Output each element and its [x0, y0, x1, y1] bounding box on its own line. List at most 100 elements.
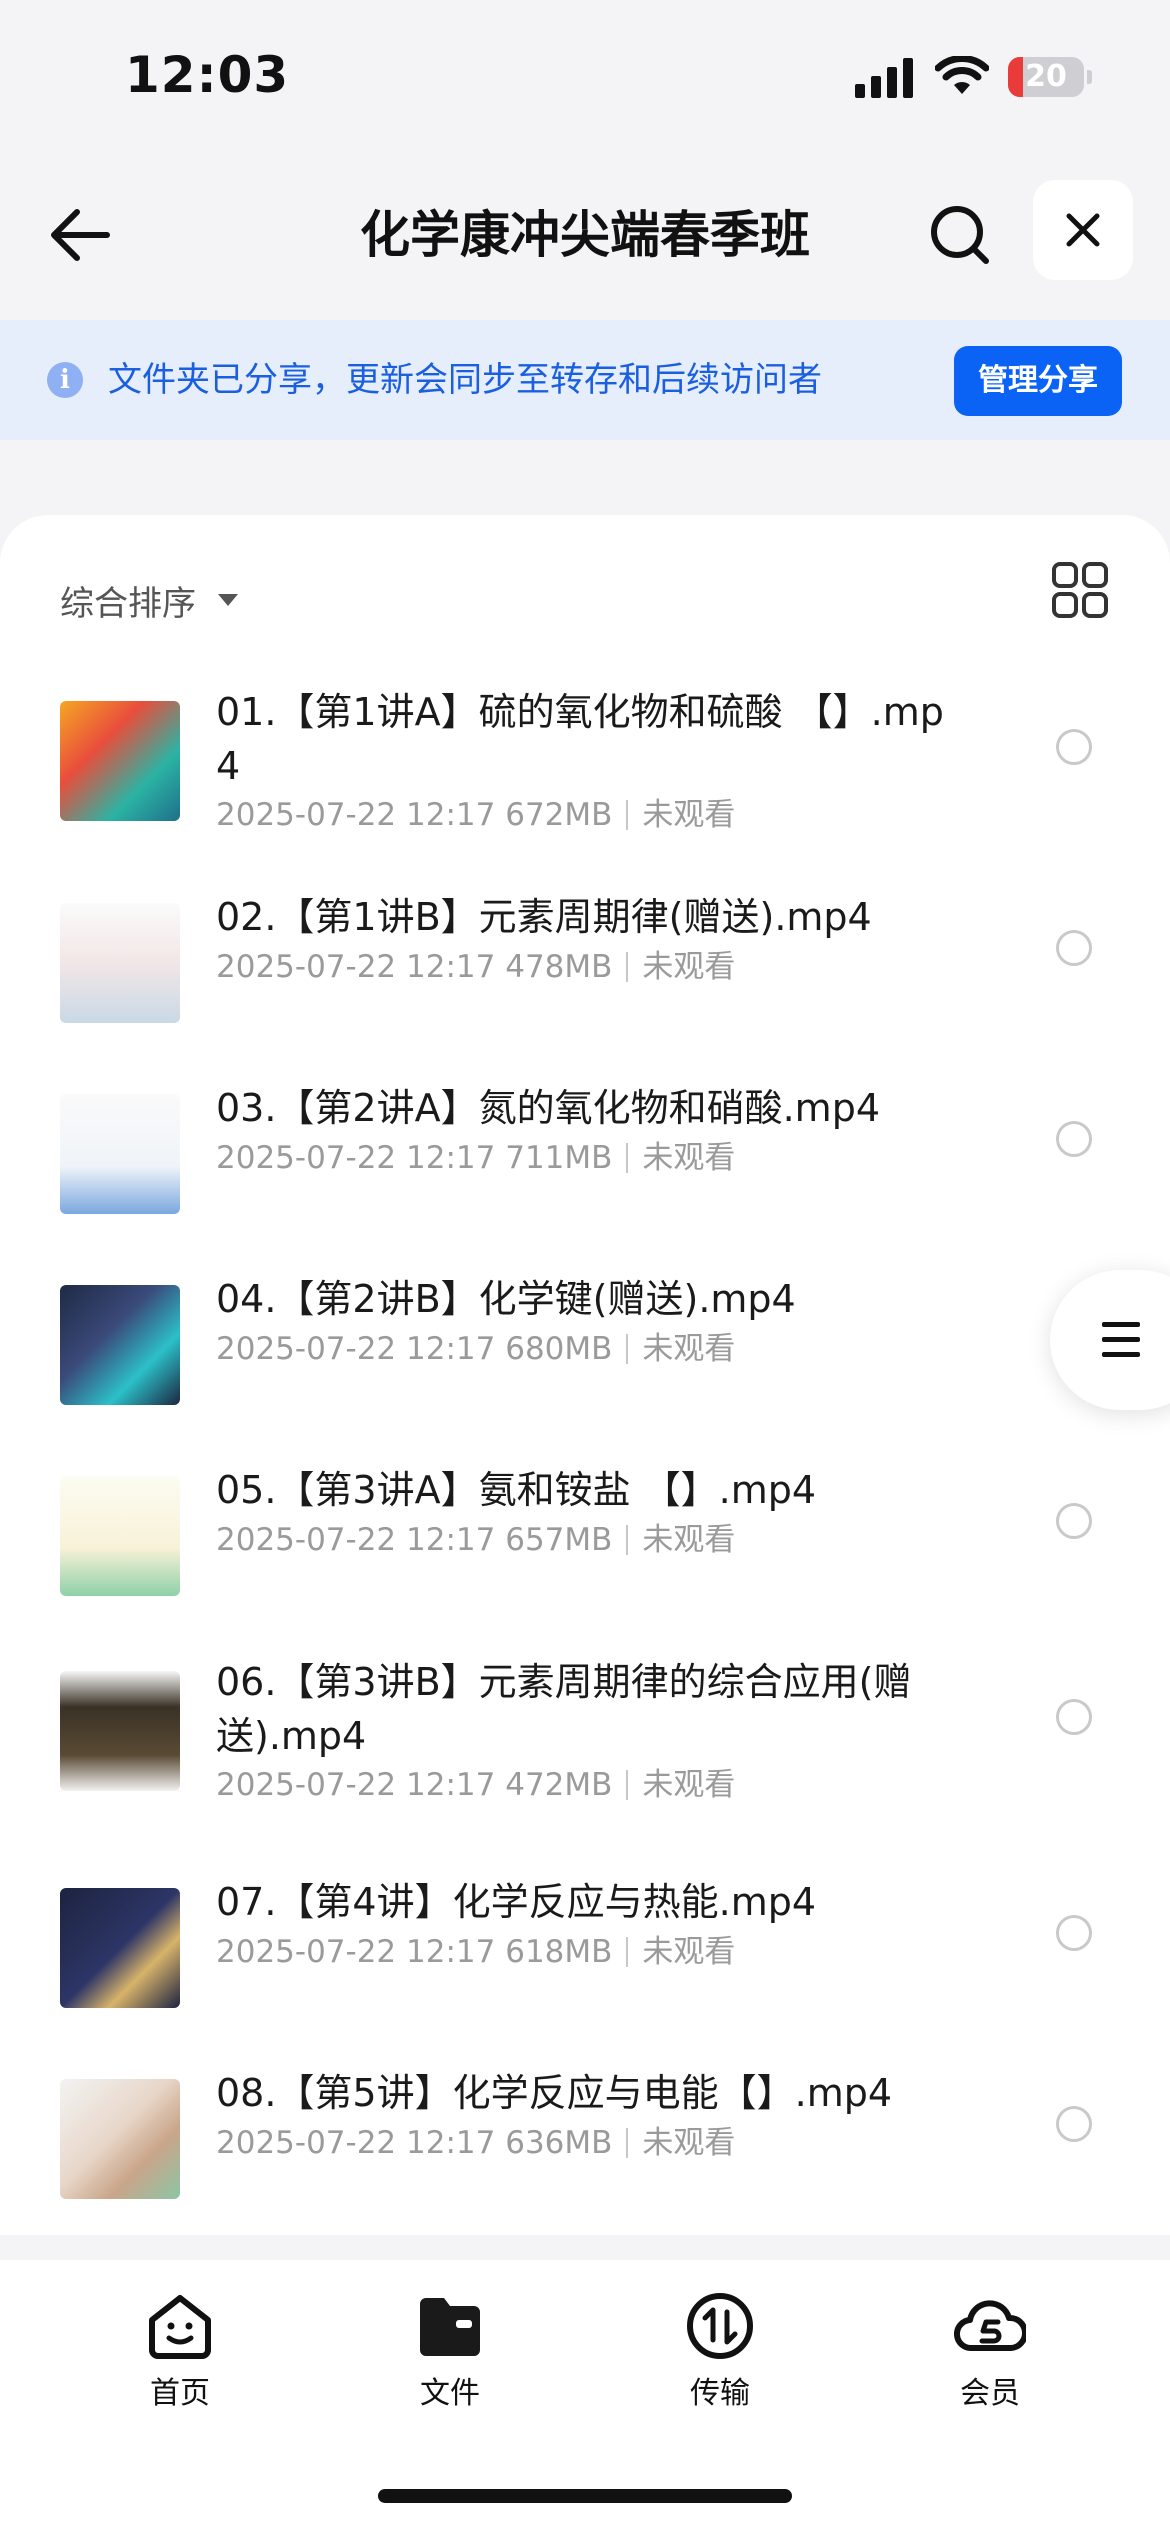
watch-status: 未观看 [642, 949, 736, 985]
watch-status: 未观看 [642, 1140, 736, 1176]
page-title: 化学康冲尖端春季班 [360, 206, 810, 264]
home-face-icon [149, 2295, 211, 2359]
video-thumbnail [60, 701, 180, 821]
watch-status: 未观看 [642, 1934, 736, 1970]
file-list-item[interactable]: 01.【第1讲A】硫的氧化物和硫酸 【】.mp4 2025-07-22 12:17… [0, 685, 1170, 890]
select-radio[interactable] [1056, 729, 1092, 765]
meta-divider [626, 1525, 629, 1555]
caret-down-icon [218, 594, 238, 606]
meta-divider [626, 1334, 629, 1364]
nav-transfer-label: 传输 [690, 2376, 750, 2411]
meta-divider [626, 952, 629, 982]
nav-files[interactable]: 文件 [360, 2290, 540, 2430]
nav-member-label: 会员 [960, 2376, 1020, 2411]
select-radio[interactable] [1056, 1121, 1092, 1157]
file-list-item[interactable]: 06.【第3讲B】元素周期律的综合应用(赠送).mp4 2025-07-22 12… [0, 1655, 1170, 1860]
file-date: 2025-07-22 12:17 [216, 1522, 496, 1558]
info-icon: i [47, 362, 83, 398]
status-bar: 12:03 20 [0, 0, 1170, 150]
share-notice-text: 文件夹已分享，更新会同步至转存和后续访问者 [108, 360, 822, 400]
signal-icon [855, 58, 913, 98]
select-radio[interactable] [1056, 1503, 1092, 1539]
watch-status: 未观看 [642, 797, 736, 833]
nav-transfer[interactable]: 传输 [630, 2290, 810, 2430]
select-radio[interactable] [1056, 1915, 1092, 1951]
file-list-item[interactable]: 05.【第3讲A】氨和铵盐 【】.mp4 2025-07-22 12:17 657… [0, 1463, 1170, 1654]
nav-home-label: 首页 [150, 2376, 210, 2411]
file-meta: 2025-07-22 12:17 680MB 未观看 [216, 1327, 735, 1371]
file-meta: 2025-07-22 12:17 618MB 未观看 [216, 1930, 735, 1974]
bottom-nav: 首页 文件 传输 会员 [0, 2260, 1170, 2532]
wifi-icon [935, 56, 989, 94]
menu-lines-icon [1102, 1322, 1140, 1357]
file-size: 711MB [505, 1140, 613, 1176]
file-name: 02.【第1讲B】元素周期律(赠送).mp4 [216, 895, 872, 939]
select-radio[interactable] [1056, 1699, 1092, 1735]
video-thumbnail [60, 1285, 180, 1405]
manage-share-button[interactable]: 管理分享 [954, 346, 1122, 416]
file-size: 618MB [505, 1934, 613, 1970]
file-list-item[interactable]: 03.【第2讲A】氮的氧化物和硝酸.mp4 2025-07-22 12:17 71… [0, 1081, 1170, 1272]
file-list-item[interactable]: 08.【第5讲】化学反应与电能【】.mp4 2025-07-22 12:17 63… [0, 2066, 1170, 2235]
file-meta: 2025-07-22 12:17 636MB 未观看 [216, 2121, 735, 2165]
file-meta: 2025-07-22 12:17 657MB 未观看 [216, 1518, 735, 1562]
close-button[interactable] [1033, 180, 1133, 280]
folder-icon [420, 2298, 480, 2356]
video-thumbnail [60, 1476, 180, 1596]
back-arrow-icon [51, 209, 110, 261]
video-thumbnail [60, 2079, 180, 2199]
select-radio[interactable] [1056, 930, 1092, 966]
file-name: 08.【第5讲】化学反应与电能【】.mp4 [216, 2071, 893, 2115]
member-cloud-icon [954, 2300, 1026, 2352]
file-list-item[interactable]: 02.【第1讲B】元素周期律(赠送).mp4 2025-07-22 12:17 4… [0, 890, 1170, 1081]
file-meta: 2025-07-22 12:17 711MB 未观看 [216, 1136, 735, 1180]
transfer-icon [687, 2293, 753, 2359]
meta-divider [626, 800, 629, 830]
status-time: 12:03 [125, 46, 290, 104]
video-thumbnail [60, 1094, 180, 1214]
video-thumbnail [60, 1888, 180, 2008]
video-thumbnail [60, 1671, 180, 1791]
file-name: 06.【第3讲B】元素周期律的综合应用(赠送).mp4 [216, 1660, 912, 1758]
file-meta: 2025-07-22 12:17 472MB 未观看 [216, 1763, 735, 1807]
file-meta: 2025-07-22 12:17 478MB 未观看 [216, 945, 735, 989]
watch-status: 未观看 [642, 1331, 736, 1367]
battery-level: 20 [1025, 59, 1067, 94]
watch-status: 未观看 [642, 1767, 736, 1803]
sort-dropdown[interactable]: 综合排序 [60, 555, 238, 645]
watch-status: 未观看 [642, 1522, 736, 1558]
file-date: 2025-07-22 12:17 [216, 1934, 496, 1970]
nav-member[interactable]: 会员 [900, 2290, 1080, 2430]
search-button[interactable] [920, 195, 1000, 275]
file-list-item[interactable]: 07.【第4讲】化学反应与热能.mp4 2025-07-22 12:17 618M… [0, 1875, 1170, 2066]
file-size: 672MB [505, 797, 613, 833]
file-date: 2025-07-22 12:17 [216, 797, 496, 833]
file-size: 680MB [505, 1331, 613, 1367]
file-date: 2025-07-22 12:17 [216, 1331, 496, 1367]
file-size: 657MB [505, 1522, 613, 1558]
file-size: 478MB [505, 949, 613, 985]
watch-status: 未观看 [642, 2125, 736, 2161]
file-date: 2025-07-22 12:17 [216, 1140, 496, 1176]
meta-divider [626, 1143, 629, 1173]
header: 化学康冲尖端春季班 [0, 150, 1170, 320]
meta-divider [626, 1937, 629, 1967]
battery-icon: 20 [1008, 57, 1092, 97]
file-name: 03.【第2讲A】氮的氧化物和硝酸.mp4 [216, 1086, 880, 1130]
meta-divider [626, 2128, 629, 2158]
sort-label: 综合排序 [60, 583, 196, 624]
video-thumbnail [60, 903, 180, 1023]
file-name: 07.【第4讲】化学反应与热能.mp4 [216, 1880, 817, 1924]
home-indicator [378, 2489, 792, 2503]
back-button[interactable] [40, 195, 120, 275]
meta-divider [626, 1770, 629, 1800]
file-name: 05.【第3讲A】氨和铵盐 【】.mp4 [216, 1468, 817, 1512]
close-icon [1066, 213, 1100, 247]
nav-home[interactable]: 首页 [90, 2290, 270, 2430]
grid-view-icon[interactable] [1050, 560, 1110, 620]
file-date: 2025-07-22 12:17 [216, 949, 496, 985]
file-name: 04.【第2讲B】化学键(赠送).mp4 [216, 1277, 796, 1321]
file-list-item[interactable]: 04.【第2讲B】化学键(赠送).mp4 2025-07-22 12:17 680… [0, 1272, 1170, 1463]
select-radio[interactable] [1056, 2106, 1092, 2142]
search-icon [931, 206, 989, 264]
